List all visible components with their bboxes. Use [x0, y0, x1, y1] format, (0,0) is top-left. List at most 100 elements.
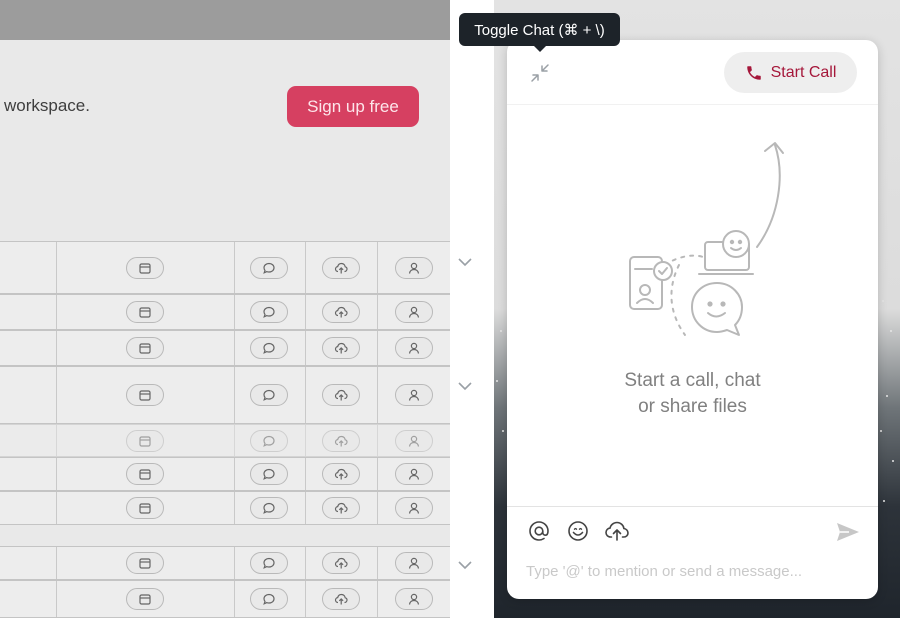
- user-icon: [408, 389, 420, 401]
- user-pill-button[interactable]: [395, 301, 433, 323]
- chat-bubble-pill-button[interactable]: [250, 588, 288, 610]
- chat-bubble-icon: [263, 468, 275, 480]
- background-page: workspace. Sign up free: [0, 0, 450, 618]
- calendar-icon: [139, 390, 151, 401]
- user-pill-button[interactable]: [395, 430, 433, 452]
- start-call-label: Start Call: [770, 63, 837, 81]
- calendar-pill-button[interactable]: [126, 463, 164, 485]
- chat-bubble-pill-button[interactable]: [250, 301, 288, 323]
- user-icon: [408, 435, 420, 447]
- calendar-pill-button[interactable]: [126, 588, 164, 610]
- upload-cloud-icon: [334, 389, 348, 401]
- calendar-icon: [139, 307, 151, 318]
- table-row: [0, 457, 450, 491]
- page-topbar: [0, 0, 450, 40]
- upload-cloud-pill-button[interactable]: [322, 588, 360, 610]
- chat-bubble-pill-button[interactable]: [250, 337, 288, 359]
- chat-bubble-icon: [263, 342, 275, 354]
- user-pill-button[interactable]: [395, 588, 433, 610]
- calendar-icon: [139, 263, 151, 274]
- emoji-button[interactable]: [565, 518, 591, 544]
- chat-bubble-pill-button[interactable]: [250, 497, 288, 519]
- collapse-chat-button[interactable]: [527, 60, 553, 86]
- table-row: [0, 330, 450, 366]
- send-icon[interactable]: [835, 520, 861, 544]
- user-pill-button[interactable]: [395, 384, 433, 406]
- chat-bubble-pill-button[interactable]: [250, 430, 288, 452]
- chat-bubble-icon: [263, 262, 275, 274]
- upload-button[interactable]: [604, 518, 630, 544]
- chat-bubble-icon: [263, 435, 275, 447]
- table-row: [0, 241, 450, 294]
- chat-bubble-pill-button[interactable]: [250, 384, 288, 406]
- composer-divider: [507, 506, 878, 507]
- table-row: [0, 294, 450, 330]
- calendar-pill-button[interactable]: [126, 337, 164, 359]
- upload-cloud-pill-button[interactable]: [322, 552, 360, 574]
- user-icon: [408, 306, 420, 318]
- tooltip-text: Toggle Chat (⌘ + \): [474, 21, 605, 39]
- user-icon: [408, 262, 420, 274]
- start-call-button[interactable]: Start Call: [724, 52, 857, 93]
- chat-bubble-icon: [263, 306, 275, 318]
- user-pill-button[interactable]: [395, 463, 433, 485]
- toggle-chat-tooltip: Toggle Chat (⌘ + \): [459, 13, 620, 52]
- user-pill-button[interactable]: [395, 337, 433, 359]
- upload-cloud-pill-button[interactable]: [322, 384, 360, 406]
- upload-cloud-pill-button[interactable]: [322, 430, 360, 452]
- calendar-icon: [139, 436, 151, 447]
- table-row: [0, 366, 450, 424]
- user-pill-button[interactable]: [395, 497, 433, 519]
- calendar-pill-button[interactable]: [126, 497, 164, 519]
- upload-cloud-icon: [334, 342, 348, 354]
- calendar-pill-button[interactable]: [126, 301, 164, 323]
- user-icon: [408, 593, 420, 605]
- upload-cloud-icon: [334, 468, 348, 480]
- chat-bubble-pill-button[interactable]: [250, 552, 288, 574]
- upload-cloud-icon: [334, 502, 348, 514]
- phone-icon: [746, 65, 761, 80]
- chevron-down-icon[interactable]: [457, 256, 473, 268]
- table-row: [0, 424, 450, 457]
- user-icon: [408, 342, 420, 354]
- upload-cloud-pill-button[interactable]: [322, 301, 360, 323]
- upload-cloud-pill-button[interactable]: [322, 497, 360, 519]
- chevron-down-icon[interactable]: [457, 559, 473, 571]
- header-divider: [507, 104, 878, 105]
- user-pill-button[interactable]: [395, 257, 433, 279]
- table-row: [0, 491, 450, 525]
- upload-cloud-icon: [334, 306, 348, 318]
- upload-icon: [605, 521, 629, 541]
- upload-cloud-pill-button[interactable]: [322, 337, 360, 359]
- chat-bubble-icon: [263, 389, 275, 401]
- calendar-pill-button[interactable]: [126, 257, 164, 279]
- user-pill-button[interactable]: [395, 552, 433, 574]
- calendar-pill-button[interactable]: [126, 430, 164, 452]
- chat-bubble-icon: [263, 593, 275, 605]
- empty-state-line-2: or share files: [638, 396, 747, 417]
- message-input[interactable]: [526, 559, 856, 583]
- upload-cloud-pill-button[interactable]: [322, 463, 360, 485]
- sign-up-button[interactable]: Sign up free: [287, 86, 419, 127]
- empty-state-message: Start a call, chat or share files: [507, 368, 878, 420]
- user-icon: [408, 557, 420, 569]
- emoji-icon: [568, 521, 588, 541]
- upload-cloud-icon: [334, 557, 348, 569]
- calendar-pill-button[interactable]: [126, 552, 164, 574]
- chat-bubble-pill-button[interactable]: [250, 257, 288, 279]
- chat-bubble-icon: [263, 502, 275, 514]
- calendar-icon: [139, 558, 151, 569]
- chevron-down-icon[interactable]: [457, 380, 473, 392]
- upload-cloud-pill-button[interactable]: [322, 257, 360, 279]
- chat-bubble-pill-button[interactable]: [250, 463, 288, 485]
- empty-state-line-1: Start a call, chat: [624, 370, 761, 391]
- calendar-icon: [139, 469, 151, 480]
- user-icon: [408, 502, 420, 514]
- calendar-icon: [139, 503, 151, 514]
- chat-panel: Start Call Start a call, chat or share f…: [507, 40, 878, 599]
- user-icon: [408, 468, 420, 480]
- calendar-pill-button[interactable]: [126, 384, 164, 406]
- mention-button[interactable]: [526, 518, 552, 544]
- hero-text: workspace.: [4, 96, 90, 115]
- chat-bubble-icon: [263, 557, 275, 569]
